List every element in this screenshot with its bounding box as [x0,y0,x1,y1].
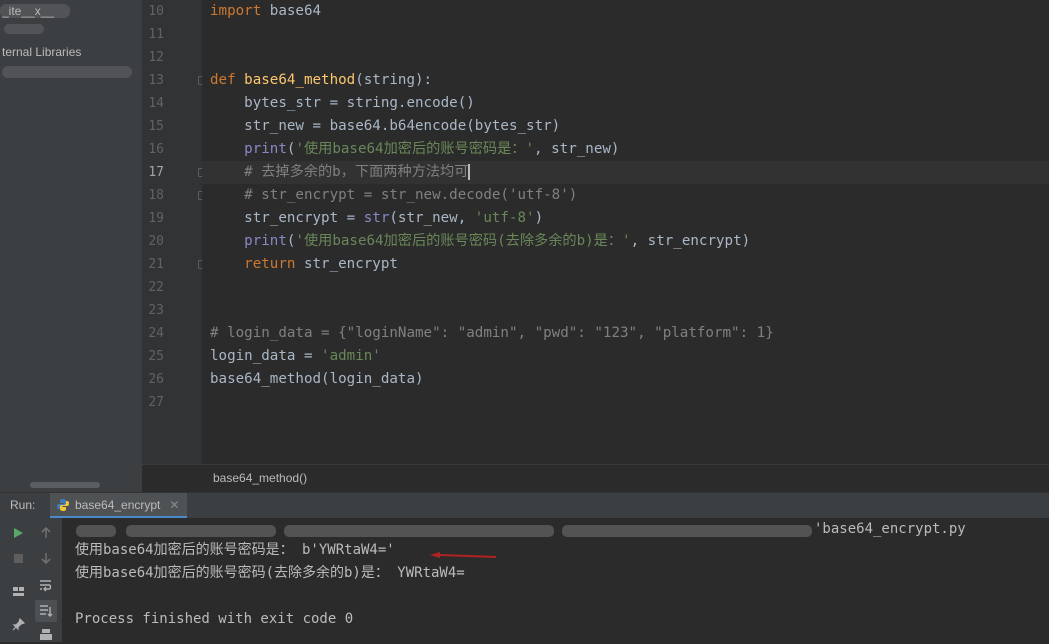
annotation-arrow-icon [430,552,497,558]
code-token: import [210,3,262,19]
line-number: 11 [148,27,164,42]
run-console[interactable]: 'base64_encrypt.py 使用base64加密后的账号密码是： b'… [62,518,1049,642]
line-number: 15 [148,119,164,134]
line-number: 22 [148,280,164,295]
run-tab-label: base64_encrypt [75,497,161,512]
print-icon[interactable] [37,626,55,644]
code-token: str_encrypt = [210,210,364,226]
line-number: 10 [148,4,164,19]
code-token: login_data = [210,348,322,364]
code-line: login_data = 'admin' [210,345,381,368]
code-token: # str_encrypt = str_new.decode('utf-8') [210,187,578,203]
line-number: 13 [148,73,164,88]
code-token: str_new = base64.b64encode(bytes_str) [210,118,561,134]
code-line: str_encrypt = str(str_new, 'utf-8') [210,207,543,230]
code-token: # 去掉多余的b，下面两种方法均可 [210,164,469,180]
console-exit-line: Process finished with exit code 0 [75,611,354,627]
code-token: ) [534,210,544,226]
code-token: '使用base64加密后的账号密码是：' [295,141,535,157]
code-line: return str_encrypt [210,253,398,276]
code-line: def base64_method(string): [210,69,432,92]
code-token: # login_data = {"loginName": "admin", "p… [210,325,774,341]
redacted-command [284,525,554,537]
line-number: 23 [148,303,164,318]
code-token: def [210,72,245,88]
project-tree-item-external-libraries[interactable]: ternal Libraries [2,45,81,59]
console-output-line: 使用base64加密后的账号密码是： b'YWRtaW4=' [75,542,395,558]
code-line: # 去掉多余的b，下面两种方法均可 [210,161,471,184]
line-number: 21 [148,257,164,272]
python-icon [57,498,69,511]
run-toolbar [0,518,62,642]
line-number: 16 [148,142,164,157]
line-number: 20 [148,234,164,249]
line-number: 17 [148,165,164,180]
layout-icon[interactable] [9,582,27,600]
soft-wrap-icon[interactable] [37,576,55,594]
code-line: str_new = base64.b64encode(bytes_str) [210,115,560,138]
arrow-down-icon[interactable] [37,549,55,567]
code-token: (string): [355,72,433,88]
project-tree-panel: _ite__x__ ternal Libraries [0,0,142,492]
line-number-gutter: 10 11 12 13 14 15 16 17 18 19 20 21 22 23 24 25 26 27 [142,0,207,464]
breadcrumb[interactable]: base64_method() [213,471,307,485]
pin-icon[interactable] [9,615,27,633]
code-line: import base64 [210,0,321,23]
run-tool-window-header: Run: base64_encrypt ✕ [0,492,1049,518]
console-output-line: 使用base64加密后的账号密码(去除多余的b)是： YWRtaW4= [75,565,465,581]
blurred-item [4,24,44,34]
code-token: , str_new) [534,141,620,157]
code-line: bytes_str = string.encode() [210,92,475,115]
redacted-command [76,525,116,537]
line-number: 24 [148,326,164,341]
code-token: base64_method(login_data) [210,371,424,387]
code-token: str_encrypt [295,256,398,272]
redacted-command [562,525,812,537]
code-token: str [363,210,390,226]
line-number: 18 [148,188,164,203]
code-line: # login_data = {"loginName": "admin", "p… [210,322,774,345]
code-token: , str_encrypt) [630,233,751,249]
code-token: return [244,256,296,272]
code-line: print('使用base64加密后的账号密码是：', str_new) [210,138,619,161]
line-number: 26 [148,372,164,387]
blurred-item [2,66,132,78]
line-number: 19 [148,211,164,226]
project-tree-item[interactable]: _ite__x__ [2,4,54,18]
code-line: base64_method(login_data) [210,368,424,391]
code-line: print('使用base64加密后的账号密码(去除多余的b)是：', str_… [210,230,750,253]
code-token: bytes_str = string.encode() [210,95,475,111]
stop-icon[interactable] [9,549,27,567]
scroll-to-end-icon[interactable] [35,600,57,622]
line-number: 27 [148,395,164,410]
text-caret [468,164,471,180]
console-command-tail: 'base64_encrypt.py [814,521,966,537]
line-number: 14 [148,96,164,111]
breadcrumb-bar: base64_method() [142,464,1049,492]
tab-run-config[interactable]: base64_encrypt ✕ [50,493,188,518]
code-token: 'utf-8' [474,210,535,226]
code-token: (str_new, [389,210,475,226]
arrow-up-icon[interactable] [37,524,55,542]
code-editor[interactable]: import base64 def base64_method(string): … [202,0,1049,464]
code-token: base64 [261,3,322,19]
project-scrollbar[interactable] [30,482,100,488]
redacted-command [126,525,276,537]
close-icon[interactable]: ✕ [169,498,179,512]
code-token: base64_method [244,72,356,88]
line-number: 12 [148,50,164,65]
code-token: print [244,233,287,249]
code-token: '使用base64加密后的账号密码(去除多余的b)是：' [295,233,631,249]
run-label: Run: [10,498,36,512]
code-token: 'admin' [321,348,381,364]
rerun-icon[interactable] [9,524,27,542]
line-number: 25 [148,349,164,364]
code-token: print [244,141,287,157]
code-line: # str_encrypt = str_new.decode('utf-8') [210,184,577,207]
